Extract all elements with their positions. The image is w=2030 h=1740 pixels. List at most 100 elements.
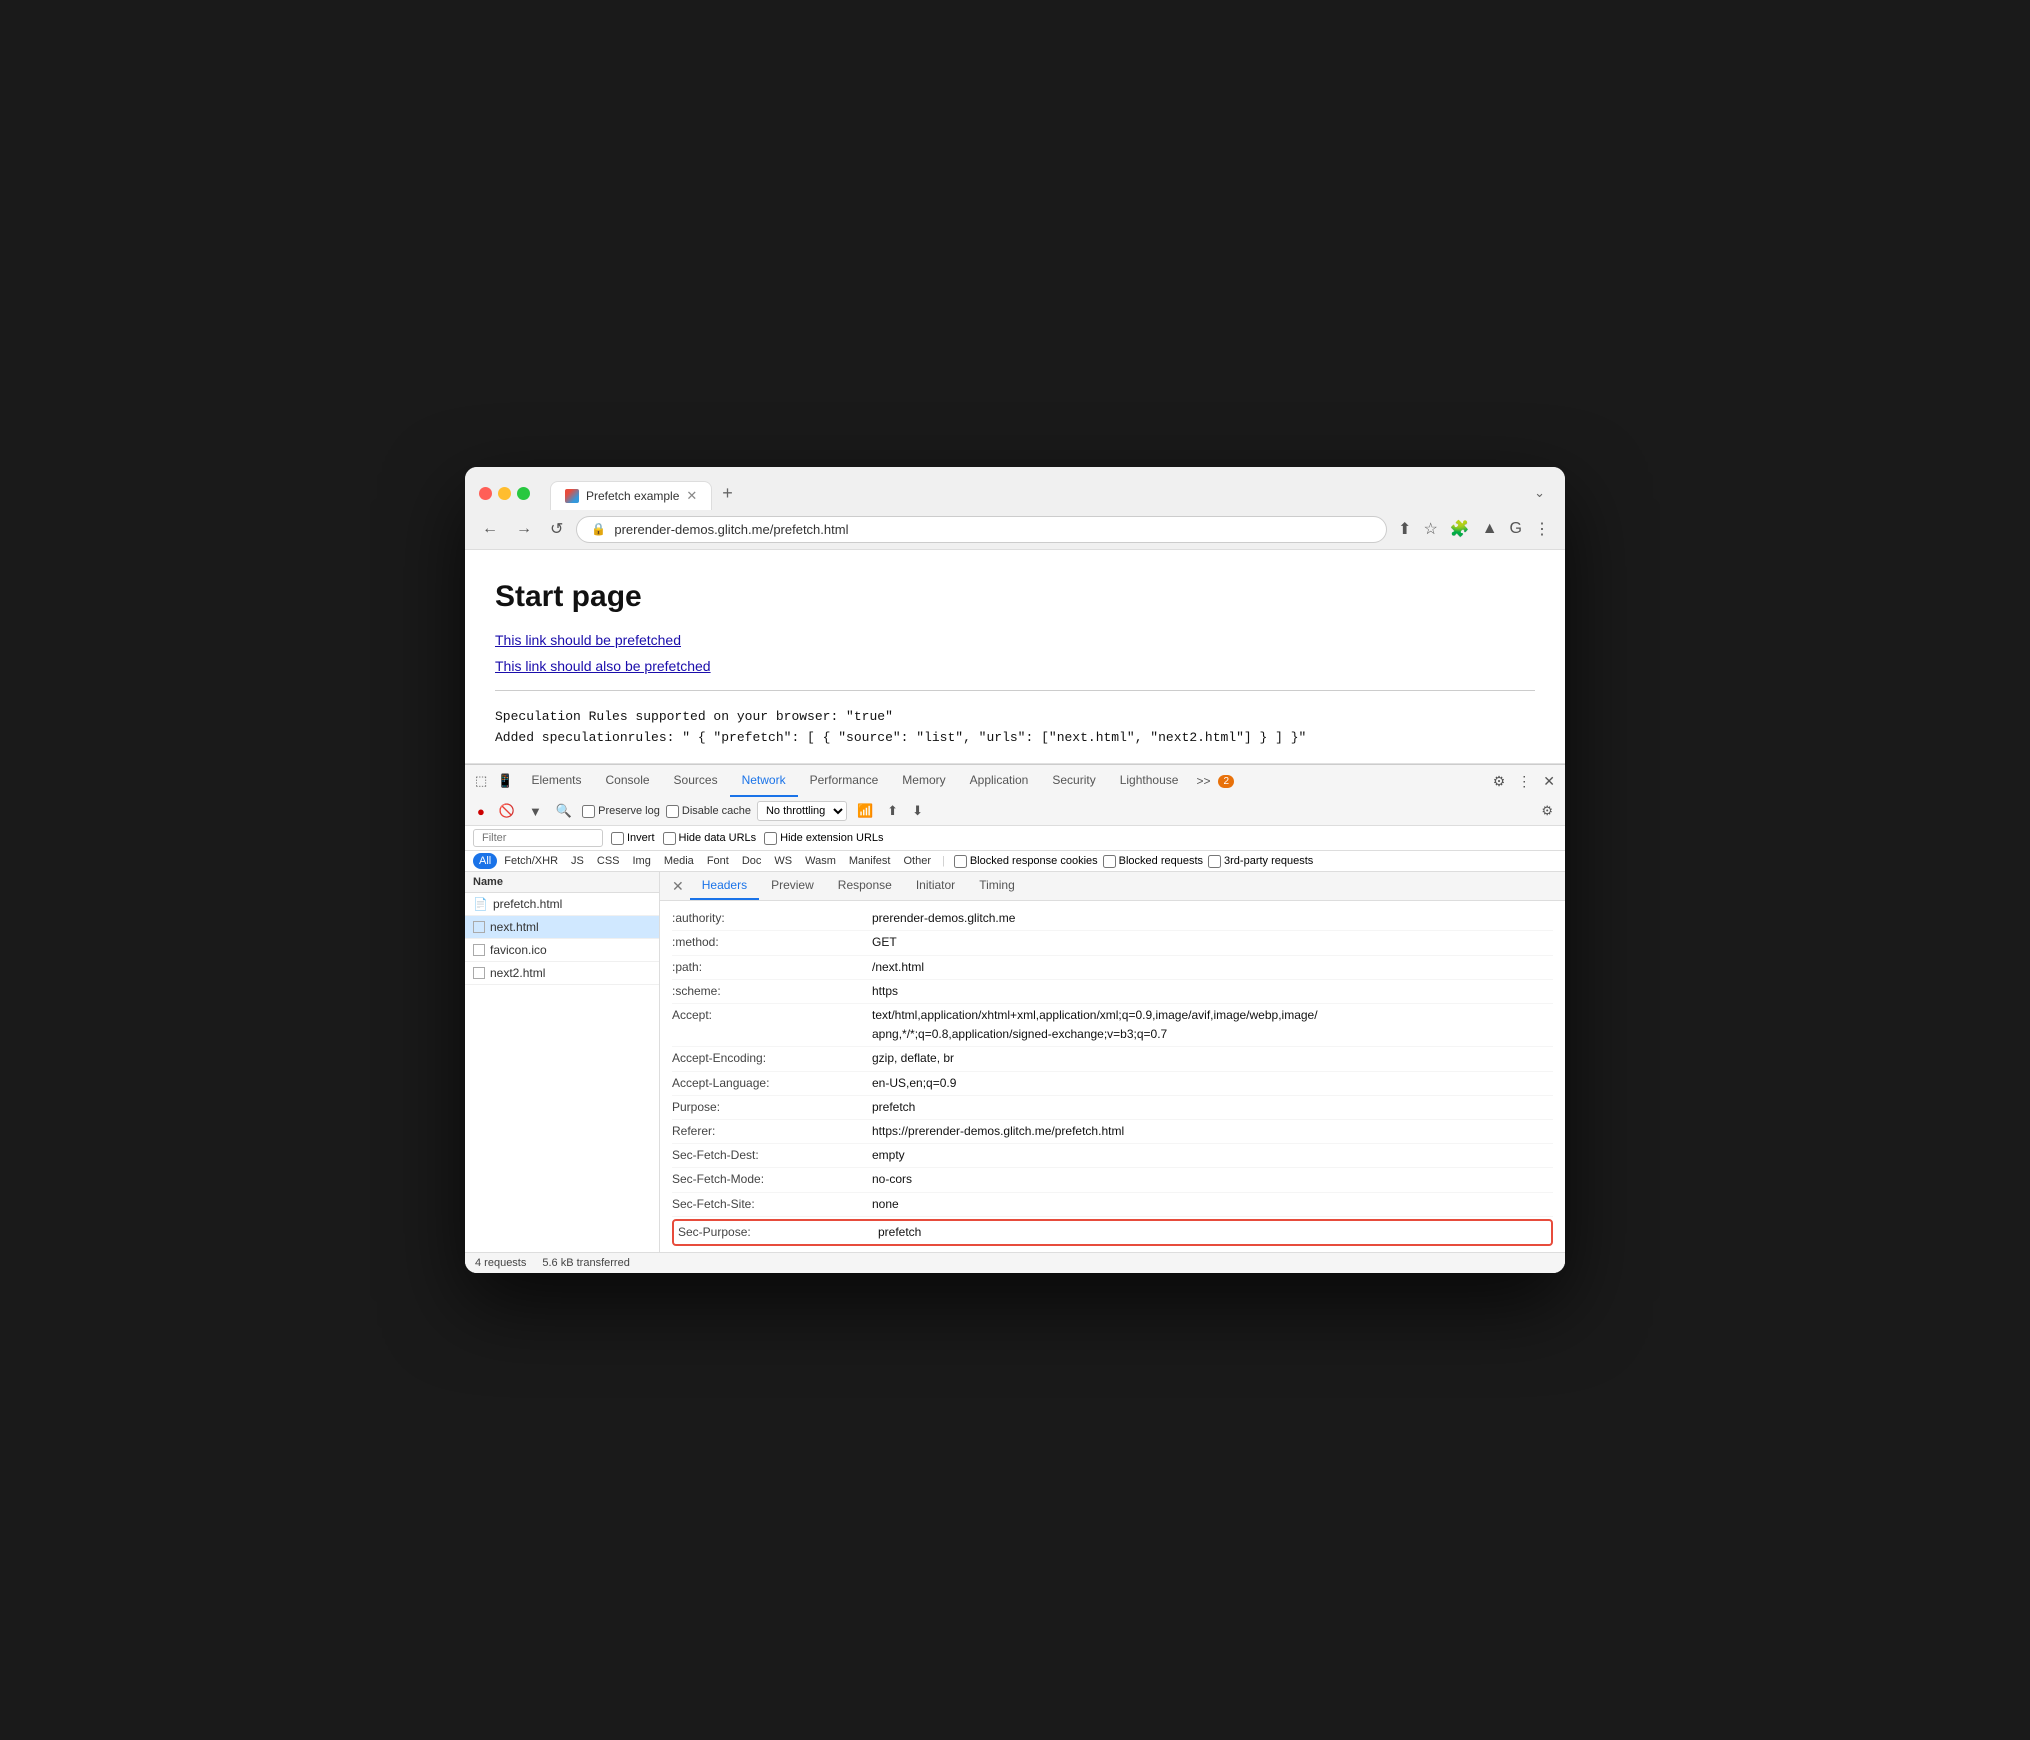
header-sec-fetch-site: Sec-Fetch-Site: none bbox=[672, 1193, 1553, 1217]
type-filter-separator: | bbox=[942, 855, 945, 867]
file-item-favicon[interactable]: favicon.ico bbox=[465, 939, 659, 962]
blocked-requests-label[interactable]: Blocked requests bbox=[1103, 855, 1203, 868]
header-accept: Accept: text/html,application/xhtml+xml,… bbox=[672, 1004, 1553, 1047]
browser-window: Prefetch example ✕ + ⌄ ← → ↺ 🔒 prerender… bbox=[465, 467, 1565, 1274]
forward-button[interactable]: → bbox=[511, 518, 537, 540]
headers-tab-headers[interactable]: Headers bbox=[690, 872, 759, 900]
hide-extension-urls-checkbox[interactable] bbox=[764, 832, 777, 845]
third-party-label[interactable]: 3rd-party requests bbox=[1208, 855, 1313, 868]
page-divider bbox=[495, 690, 1535, 691]
wifi-icon[interactable]: 📶 bbox=[853, 801, 877, 821]
type-font-button[interactable]: Font bbox=[701, 853, 735, 869]
tab-application[interactable]: Application bbox=[958, 765, 1041, 797]
back-button[interactable]: ← bbox=[477, 518, 503, 540]
download-button[interactable]: ⬇ bbox=[908, 801, 927, 821]
disable-cache-checkbox[interactable] bbox=[666, 805, 679, 818]
file-item-next2[interactable]: next2.html bbox=[465, 962, 659, 985]
headers-tab-preview[interactable]: Preview bbox=[759, 872, 826, 900]
header-purpose: Purpose: prefetch bbox=[672, 1096, 1553, 1120]
type-wasm-button[interactable]: Wasm bbox=[799, 853, 842, 869]
tab-security[interactable]: Security bbox=[1040, 765, 1107, 797]
type-other-button[interactable]: Other bbox=[897, 853, 937, 869]
type-fetchxhr-button[interactable]: Fetch/XHR bbox=[498, 853, 564, 869]
type-js-button[interactable]: JS bbox=[565, 853, 590, 869]
third-party-checkbox[interactable] bbox=[1208, 855, 1221, 868]
headers-tab-timing[interactable]: Timing bbox=[967, 872, 1027, 900]
type-filter-bar: All Fetch/XHR JS CSS Img Media Font Doc … bbox=[465, 851, 1565, 872]
tab-sources[interactable]: Sources bbox=[662, 765, 730, 797]
clear-button[interactable]: 🚫 bbox=[495, 801, 519, 821]
search-network-button[interactable]: 🔍 bbox=[552, 801, 576, 821]
close-window-button[interactable] bbox=[479, 487, 492, 500]
blocked-cookies-label[interactable]: Blocked response cookies bbox=[954, 855, 1098, 868]
disable-cache-label[interactable]: Disable cache bbox=[666, 805, 751, 818]
device-toolbar-button[interactable]: 📱 bbox=[493, 769, 517, 793]
type-manifest-button[interactable]: Manifest bbox=[843, 853, 897, 869]
maximize-window-button[interactable] bbox=[517, 487, 530, 500]
filter-button[interactable]: ▼ bbox=[525, 802, 546, 821]
headers-tab-response[interactable]: Response bbox=[826, 872, 904, 900]
blocked-requests-checkbox[interactable] bbox=[1103, 855, 1116, 868]
share-button[interactable]: ⬆ bbox=[1395, 516, 1414, 542]
headers-tab-initiator[interactable]: Initiator bbox=[904, 872, 967, 900]
link-2[interactable]: This link should also be prefetched bbox=[495, 658, 1535, 674]
new-tab-button[interactable]: + bbox=[712, 477, 743, 510]
tab-menu-button[interactable]: ⌄ bbox=[1528, 479, 1551, 507]
cast-button[interactable]: ▲ bbox=[1479, 517, 1501, 541]
tab-memory[interactable]: Memory bbox=[890, 765, 957, 797]
bookmark-button[interactable]: ☆ bbox=[1420, 516, 1440, 542]
file-item-prefetch[interactable]: 📄 prefetch.html bbox=[465, 893, 659, 916]
tab-performance[interactable]: Performance bbox=[798, 765, 891, 797]
browser-tab[interactable]: Prefetch example ✕ bbox=[550, 481, 712, 510]
upload-button[interactable]: ⬆ bbox=[883, 801, 902, 821]
more-tabs-button[interactable]: >> bbox=[1190, 766, 1216, 796]
tab-title-label: Prefetch example bbox=[586, 489, 679, 503]
invert-checkbox[interactable] bbox=[611, 832, 624, 845]
hide-data-urls-checkbox[interactable] bbox=[663, 832, 676, 845]
record-button[interactable]: ● bbox=[473, 802, 489, 821]
devtools-settings-button[interactable]: ⚙ bbox=[1489, 769, 1510, 794]
type-media-button[interactable]: Media bbox=[658, 853, 700, 869]
refresh-button[interactable]: ↺ bbox=[545, 517, 568, 541]
filter-input[interactable] bbox=[473, 829, 603, 847]
file-list: Name 📄 prefetch.html next.html favicon.i… bbox=[465, 872, 660, 1252]
tab-console[interactable]: Console bbox=[594, 765, 662, 797]
header-referer: Referer: https://prerender-demos.glitch.… bbox=[672, 1120, 1553, 1144]
type-ws-button[interactable]: WS bbox=[768, 853, 798, 869]
type-css-button[interactable]: CSS bbox=[591, 853, 626, 869]
link-1[interactable]: This link should be prefetched bbox=[495, 632, 1535, 648]
address-bar[interactable]: 🔒 prerender-demos.glitch.me/prefetch.htm… bbox=[576, 516, 1387, 543]
hide-extension-urls-label[interactable]: Hide extension URLs bbox=[764, 832, 883, 845]
hide-data-urls-label[interactable]: Hide data URLs bbox=[663, 832, 757, 845]
devtools-close-button[interactable]: ✕ bbox=[1539, 769, 1559, 794]
type-all-button[interactable]: All bbox=[473, 853, 497, 869]
invert-label[interactable]: Invert bbox=[611, 832, 655, 845]
requests-count: 4 requests bbox=[475, 1257, 526, 1269]
file-name-next2: next2.html bbox=[490, 966, 545, 980]
devtools-toolbar: ⬚ 📱 Elements Console Sources Network Per… bbox=[465, 764, 1565, 797]
tab-elements[interactable]: Elements bbox=[519, 765, 593, 797]
type-img-button[interactable]: Img bbox=[627, 853, 657, 869]
network-settings-button[interactable]: ⚙ bbox=[1537, 801, 1557, 821]
blocked-cookies-checkbox[interactable] bbox=[954, 855, 967, 868]
tab-close-button[interactable]: ✕ bbox=[686, 488, 697, 504]
inspect-element-button[interactable]: ⬚ bbox=[471, 769, 491, 793]
preserve-log-label[interactable]: Preserve log bbox=[582, 805, 660, 818]
throttle-select[interactable]: No throttling bbox=[757, 801, 847, 821]
devtools-more-menu-button[interactable]: ⋮ bbox=[1513, 769, 1535, 794]
extensions-button[interactable]: 🧩 bbox=[1447, 516, 1473, 542]
tab-network[interactable]: Network bbox=[730, 765, 798, 797]
browser-menu-button[interactable]: ⋮ bbox=[1531, 516, 1553, 542]
preserve-log-checkbox[interactable] bbox=[582, 805, 595, 818]
tab-lighthouse[interactable]: Lighthouse bbox=[1108, 765, 1191, 797]
devtools-toolbar-actions: ⚙ ⋮ ✕ bbox=[1489, 769, 1559, 794]
header-sec-purpose: Sec-Purpose: prefetch bbox=[672, 1219, 1553, 1246]
minimize-window-button[interactable] bbox=[498, 487, 511, 500]
error-badge: 2 bbox=[1218, 775, 1234, 788]
network-toolbar: ● 🚫 ▼ 🔍 Preserve log Disable cache No th… bbox=[465, 797, 1565, 826]
google-button[interactable]: G bbox=[1507, 517, 1525, 541]
headers-close-button[interactable]: ✕ bbox=[666, 874, 690, 899]
type-doc-button[interactable]: Doc bbox=[736, 853, 768, 869]
file-name-favicon: favicon.ico bbox=[490, 943, 547, 957]
file-item-next[interactable]: next.html bbox=[465, 916, 659, 939]
